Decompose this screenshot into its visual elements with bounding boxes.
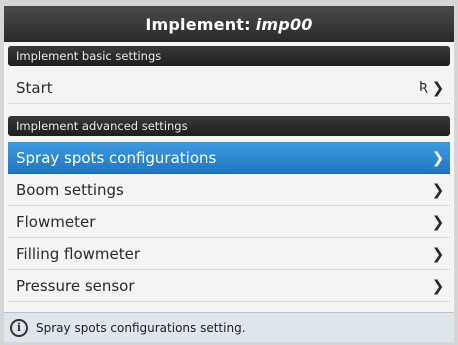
menu-item-label: Flowmeter <box>16 212 96 231</box>
chevron-right-icon: ❯ <box>431 212 445 231</box>
menu-item-boom-settings[interactable]: Boom settings ❯ <box>8 174 450 206</box>
section-header-advanced-label: Implement advanced settings <box>16 119 188 133</box>
chevron-right-icon: ❯ <box>431 276 445 295</box>
menu-item-start[interactable]: Start Ʀ ❯ <box>8 72 450 104</box>
section-header-basic-label: Implement basic settings <box>16 49 162 63</box>
screen: Implement: imp00 Implement basic setting… <box>4 6 454 342</box>
menu-item-label: Start <box>16 78 53 97</box>
status-bar: i Spray spots configurations setting. <box>4 312 454 342</box>
chevron-right-icon: ❯ <box>431 78 445 97</box>
menu-item-label: Boom settings <box>16 180 124 199</box>
menu-item-pressure-sensor[interactable]: Pressure sensor ❯ <box>8 270 450 302</box>
info-icon: i <box>10 318 28 337</box>
section-header-advanced: Implement advanced settings <box>8 116 450 136</box>
section-header-basic: Implement basic settings <box>8 46 450 66</box>
chevron-right-icon: ❯ <box>431 244 445 263</box>
pin-icon: Ʀ <box>418 80 428 95</box>
menu-item-label: Pressure sensor <box>16 276 135 295</box>
menu-item-flowmeter[interactable]: Flowmeter ❯ <box>8 206 450 238</box>
implement-name: imp00 <box>255 14 313 34</box>
menu-item-filling-flowmeter[interactable]: Filling flowmeter ❯ <box>8 238 450 270</box>
menu-item-label: Filling flowmeter <box>16 244 141 263</box>
title-bar: Implement: imp00 <box>4 6 454 42</box>
chevron-right-icon: ❯ <box>431 180 445 199</box>
status-text: Spray spots configurations setting. <box>36 320 246 335</box>
device-frame: Implement: imp00 Implement basic setting… <box>0 0 458 345</box>
chevron-right-icon: ❯ <box>431 148 445 167</box>
menu-item-spray-spots-configurations[interactable]: Spray spots configurations ❯ <box>8 142 450 174</box>
menu-item-label: Spray spots configurations <box>16 148 217 167</box>
title-prefix: Implement: <box>145 14 251 34</box>
